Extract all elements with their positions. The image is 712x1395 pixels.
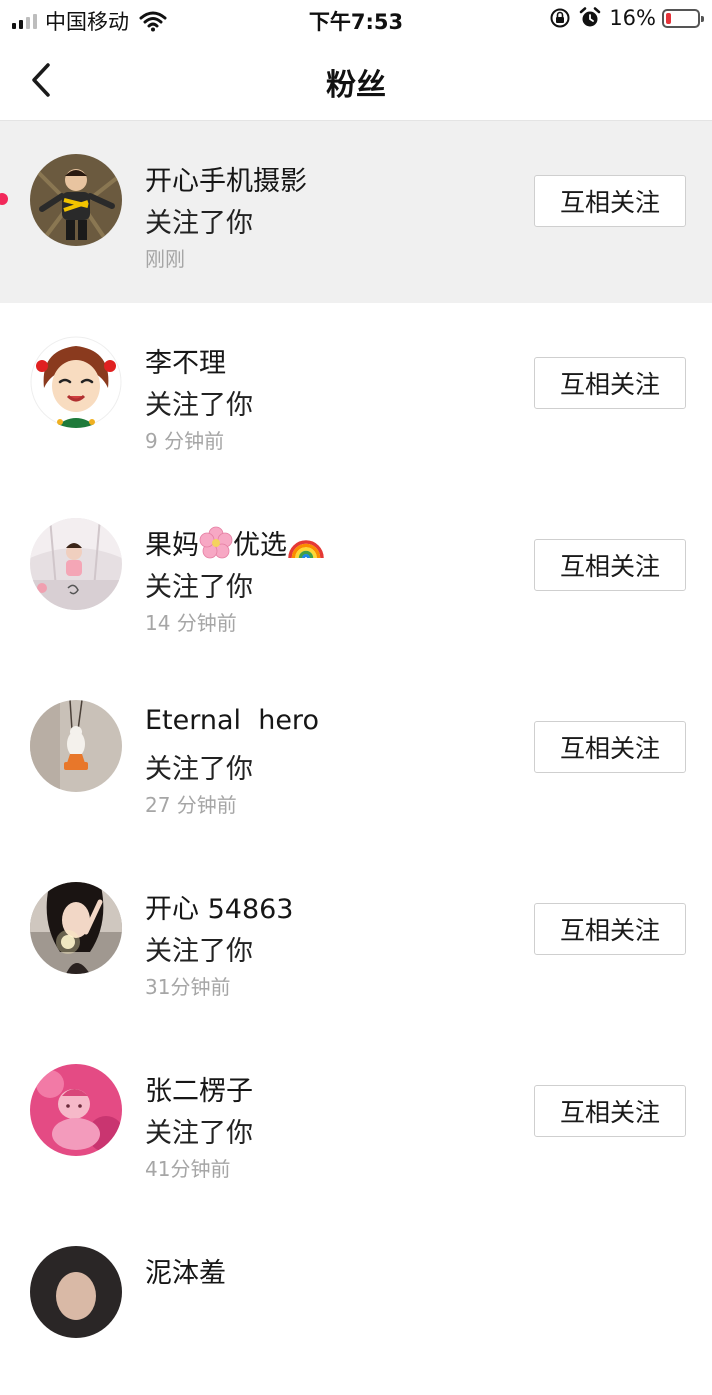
avatar[interactable] — [30, 1064, 122, 1156]
follow-action-text: 关注了你 — [145, 936, 253, 967]
name-part: 优选 — [233, 530, 287, 561]
follow-action-text: 关注了你 — [145, 390, 253, 421]
mutual-follow-button[interactable]: 互相关注 — [534, 721, 686, 773]
follower-name[interactable]: 果妈 优选 — [145, 523, 325, 562]
avatar[interactable] — [30, 518, 122, 610]
follow-action-text: 关注了你 — [145, 1118, 253, 1149]
follower-row[interactable]: 果妈 优选 关注了你 14 分钟前 互相关注 — [0, 485, 712, 667]
mutual-follow-button[interactable]: 互相关注 — [534, 175, 686, 227]
follow-action-text: 关注了你 — [145, 208, 253, 239]
follower-row[interactable]: 泥泍羞 — [0, 1213, 712, 1395]
name-part: 果妈 — [145, 530, 199, 561]
follower-row[interactable]: 开心 54863 关注了你 31分钟前 互相关注 — [0, 849, 712, 1031]
status-bar: 中国移动 下午7:53 16% — [0, 0, 712, 40]
follow-time: 刚刚 — [145, 247, 185, 271]
follower-name[interactable]: 张二楞子 — [145, 1069, 253, 1108]
follow-time: 41分钟前 — [145, 1157, 231, 1181]
follow-time: 14 分钟前 — [145, 611, 237, 635]
mutual-follow-button[interactable]: 互相关注 — [534, 903, 686, 955]
avatar[interactable] — [30, 154, 122, 246]
follow-time: 27 分钟前 — [145, 793, 237, 817]
follow-time: 9 分钟前 — [145, 429, 225, 453]
rainbow-emoji — [288, 540, 324, 559]
avatar[interactable] — [30, 700, 122, 792]
avatar[interactable] — [30, 336, 122, 428]
follower-row[interactable]: Eternal hero 关注了你 27 分钟前 互相关注 — [0, 667, 712, 849]
page-title: 粉丝 — [326, 68, 386, 103]
cherry-blossom-emoji — [199, 526, 233, 559]
follower-row[interactable]: 张二楞子 关注了你 41分钟前 互相关注 — [0, 1031, 712, 1213]
follower-row[interactable]: 开心手机摄影 关注了你 刚刚 互相关注 — [0, 121, 712, 303]
battery-percent: 16% — [609, 6, 656, 30]
battery-level — [666, 12, 671, 24]
follower-row[interactable]: 李不理 关注了你 9 分钟前 互相关注 — [0, 303, 712, 485]
follower-name[interactable]: 李不理 — [145, 341, 226, 380]
follower-name[interactable]: 泥泍羞 — [145, 1251, 226, 1290]
avatar[interactable] — [30, 882, 122, 974]
battery-icon — [662, 8, 704, 28]
unread-dot — [0, 193, 8, 205]
follower-name[interactable]: Eternal hero — [145, 705, 319, 736]
follow-action-text: 关注了你 — [145, 572, 253, 603]
mutual-follow-button[interactable]: 互相关注 — [534, 539, 686, 591]
navigation-bar: 粉丝 — [0, 40, 712, 121]
follower-name[interactable]: 开心 54863 — [145, 887, 293, 926]
follow-action-text: 关注了你 — [145, 754, 253, 785]
avatar[interactable] — [30, 1246, 122, 1338]
follower-name[interactable]: 开心手机摄影 — [145, 159, 307, 198]
orientation-lock-icon — [550, 8, 570, 28]
follow-time: 31分钟前 — [145, 975, 231, 999]
mutual-follow-button[interactable]: 互相关注 — [534, 1085, 686, 1137]
alarm-icon — [580, 7, 601, 27]
mutual-follow-button[interactable]: 互相关注 — [534, 357, 686, 409]
followers-list: 开心手机摄影 关注了你 刚刚 互相关注 李不理 关注了你 9 分钟前 互相关注 — [0, 121, 712, 1395]
